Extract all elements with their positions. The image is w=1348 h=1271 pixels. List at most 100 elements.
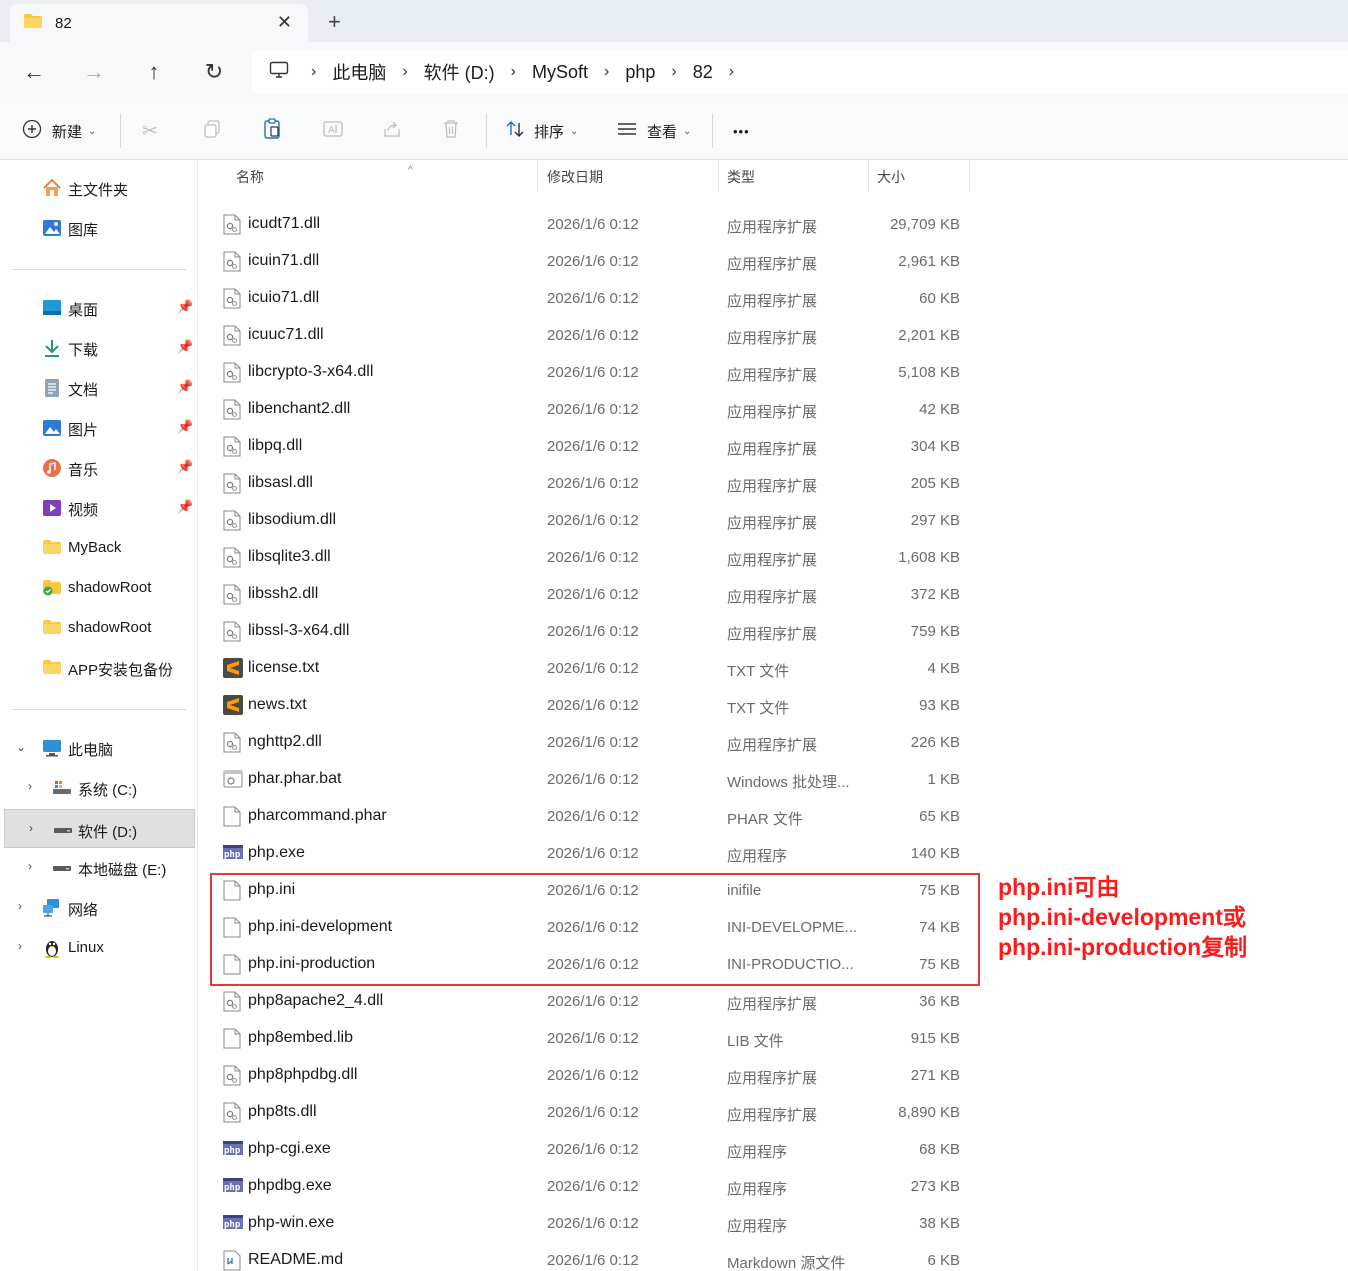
pin-icon[interactable]: 📌	[177, 459, 193, 475]
cut-button[interactable]: ✂	[142, 114, 158, 148]
view-button[interactable]: 查看 ⌄	[617, 114, 691, 148]
chevron-right-icon[interactable]: ›	[18, 899, 22, 913]
file-row[interactable]: libcrypto-3-x64.dll 2026/1/6 0:12 应用程序扩展 5,…	[214, 354, 974, 391]
file-row[interactable]: icuuc71.dll 2026/1/6 0:12 应用程序扩展 2,201 KB	[214, 317, 974, 354]
up-button[interactable]: ↑	[138, 57, 170, 87]
breadcrumb-php[interactable]: php	[625, 62, 655, 83]
file-row[interactable]: php.ini-production 2026/1/6 0:12 INI-PRODU…	[214, 946, 974, 983]
chevron-right-icon[interactable]: ›	[604, 63, 609, 81]
pin-icon[interactable]: 📌	[177, 499, 193, 515]
sidebar-item-drive-e[interactable]: › 本地磁盘 (E:)	[0, 850, 198, 886]
file-row[interactable]: libsodium.dll 2026/1/6 0:12 应用程序扩展 297 KB	[214, 502, 974, 539]
file-row[interactable]: libsasl.dll 2026/1/6 0:12 应用程序扩展 205 KB	[214, 465, 974, 502]
file-row[interactable]: php.ini-development 2026/1/6 0:12 INI-DEVE…	[214, 909, 974, 946]
column-header-date[interactable]: 修改日期	[537, 160, 719, 192]
chevron-right-icon[interactable]: ›	[28, 779, 32, 793]
chevron-down-icon: ⌄	[88, 125, 97, 137]
rename-button[interactable]: A	[322, 114, 344, 148]
sidebar-item-documents[interactable]: 文档 📌	[0, 370, 198, 406]
file-row[interactable]: php8ts.dll 2026/1/6 0:12 应用程序扩展 8,890 KB	[214, 1094, 974, 1131]
pin-icon[interactable]: 📌	[177, 419, 193, 435]
more-options-button[interactable]: •••	[733, 114, 750, 148]
pin-icon[interactable]: 📌	[177, 339, 193, 355]
file-row[interactable]: pharcommand.phar 2026/1/6 0:12 PHAR 文件 65 K…	[214, 798, 974, 835]
sidebar-item-gallery[interactable]: 图库	[0, 210, 198, 246]
chevron-right-icon[interactable]: ›	[511, 63, 516, 81]
breadcrumb-this-pc[interactable]: 此电脑	[332, 59, 386, 85]
file-name: php8embed.lib	[248, 1029, 353, 1046]
sidebar-item-home[interactable]: 主文件夹	[0, 170, 198, 206]
file-row[interactable]: README.md 2026/1/6 0:12 Markdown 源文件 6 KB	[214, 1242, 974, 1271]
column-header-type[interactable]: 类型	[717, 160, 869, 192]
back-button[interactable]: ←	[18, 57, 50, 87]
file-row[interactable]: php php.exe 2026/1/6 0:12 应用程序 140 KB	[214, 835, 974, 872]
address-bar[interactable]: › 此电脑 › 软件 (D:) › MySoft › php › 82 ›	[252, 50, 1348, 94]
file-row[interactable]: nghttp2.dll 2026/1/6 0:12 应用程序扩展 226 KB	[214, 724, 974, 761]
file-row[interactable]: php phpdbg.exe 2026/1/6 0:12 应用程序 273 KB	[214, 1168, 974, 1205]
sidebar-item-linux[interactable]: › Linux	[0, 930, 198, 966]
file-row[interactable]: php php-cgi.exe 2026/1/6 0:12 应用程序 68 KB	[214, 1131, 974, 1168]
file-name: phar.phar.bat	[248, 770, 342, 787]
sidebar-item-downloads[interactable]: 下载 📌	[0, 330, 198, 366]
file-row[interactable]: icuin71.dll 2026/1/6 0:12 应用程序扩展 2,961 KB	[214, 243, 974, 280]
column-header-name[interactable]: 名称 ^	[226, 160, 538, 192]
chevron-down-icon[interactable]: ⌄	[16, 740, 26, 754]
sidebar-item-network[interactable]: › 网络	[0, 890, 198, 926]
sidebar-item-drive-c[interactable]: › 系统 (C:)	[0, 770, 198, 806]
file-row[interactable]: libsqlite3.dll 2026/1/6 0:12 应用程序扩展 1,608 K…	[214, 539, 974, 576]
breadcrumb-82[interactable]: 82	[693, 62, 713, 83]
forward-button[interactable]: →	[78, 57, 110, 87]
file-row[interactable]: php.ini 2026/1/6 0:12 inifile 75 KB	[214, 872, 974, 909]
close-tab-icon[interactable]: ✕	[277, 12, 292, 33]
file-row[interactable]: icudt71.dll 2026/1/6 0:12 应用程序扩展 29,709 KB	[214, 206, 974, 243]
new-tab-button[interactable]: +	[328, 9, 341, 35]
file-row[interactable]: php8apache2_4.dll 2026/1/6 0:12 应用程序扩展 36 K…	[214, 983, 974, 1020]
chevron-right-icon[interactable]: ›	[18, 939, 22, 953]
pin-icon[interactable]: 📌	[177, 299, 193, 315]
file-row[interactable]: libenchant2.dll 2026/1/6 0:12 应用程序扩展 42 KB	[214, 391, 974, 428]
file-row[interactable]: libssl-3-x64.dll 2026/1/6 0:12 应用程序扩展 759 K…	[214, 613, 974, 650]
sidebar-item-drive-d[interactable]: › 软件 (D:)	[4, 809, 195, 848]
file-name: libpq.dll	[248, 437, 303, 454]
file-row[interactable]: icuio71.dll 2026/1/6 0:12 应用程序扩展 60 KB	[214, 280, 974, 317]
sidebar-item-shadowroot-sync[interactable]: shadowRoot	[0, 570, 198, 606]
breadcrumb-drive-d[interactable]: 软件 (D:)	[424, 59, 495, 85]
file-row[interactable]: phar.phar.bat 2026/1/6 0:12 Windows 批处理...…	[214, 761, 974, 798]
chevron-right-icon[interactable]: ›	[671, 63, 676, 81]
new-button[interactable]: 新建 ⌄	[22, 114, 96, 148]
chevron-right-icon[interactable]: ›	[402, 63, 407, 81]
file-size: 304 KB	[910, 438, 960, 455]
sidebar-item-this-pc[interactable]: ⌄ 此电脑	[0, 730, 198, 766]
refresh-button[interactable]: ↻	[198, 57, 230, 87]
sidebar-item-music[interactable]: 音乐 📌	[0, 450, 198, 486]
tab-current[interactable]: 82 ✕	[10, 4, 308, 42]
sort-button[interactable]: 排序 ⌄	[505, 114, 578, 148]
chevron-right-icon[interactable]: ›	[29, 821, 33, 835]
file-list: 名称 ^ 修改日期 类型 大小 icudt71.dll 2026/1/6 0:12…	[198, 160, 1348, 1271]
delete-button[interactable]	[442, 114, 460, 148]
sidebar-item-shadowroot[interactable]: shadowRoot	[0, 610, 198, 646]
chevron-right-icon[interactable]: ›	[729, 63, 734, 81]
file-row[interactable]: libpq.dll 2026/1/6 0:12 应用程序扩展 304 KB	[214, 428, 974, 465]
chevron-right-icon[interactable]: ›	[28, 859, 32, 873]
share-button[interactable]	[382, 114, 402, 148]
sidebar-item-pictures[interactable]: 图片 📌	[0, 410, 198, 446]
column-header-size[interactable]: 大小	[867, 160, 970, 192]
video-icon	[42, 498, 62, 518]
file-row[interactable]: php php-win.exe 2026/1/6 0:12 应用程序 38 KB	[214, 1205, 974, 1242]
folder-icon	[23, 13, 43, 34]
copy-button[interactable]	[202, 114, 222, 148]
sidebar-item-myback[interactable]: MyBack	[0, 530, 198, 566]
sidebar-item-app-backup[interactable]: APP安装包备份	[0, 650, 198, 686]
sidebar-item-videos[interactable]: 视频 📌	[0, 490, 198, 526]
file-row[interactable]: php8phpdbg.dll 2026/1/6 0:12 应用程序扩展 271 KB	[214, 1057, 974, 1094]
sidebar-item-desktop[interactable]: 桌面 📌	[0, 290, 198, 326]
file-row[interactable]: news.txt 2026/1/6 0:12 TXT 文件 93 KB	[214, 687, 974, 724]
breadcrumb-mysoft[interactable]: MySoft	[532, 62, 588, 83]
paste-button[interactable]	[262, 114, 282, 148]
pin-icon[interactable]: 📌	[177, 379, 193, 395]
file-row[interactable]: libssh2.dll 2026/1/6 0:12 应用程序扩展 372 KB	[214, 576, 974, 613]
file-date: 2026/1/6 0:12	[547, 1104, 639, 1121]
file-row[interactable]: license.txt 2026/1/6 0:12 TXT 文件 4 KB	[214, 650, 974, 687]
file-row[interactable]: php8embed.lib 2026/1/6 0:12 LIB 文件 915 KB	[214, 1020, 974, 1057]
